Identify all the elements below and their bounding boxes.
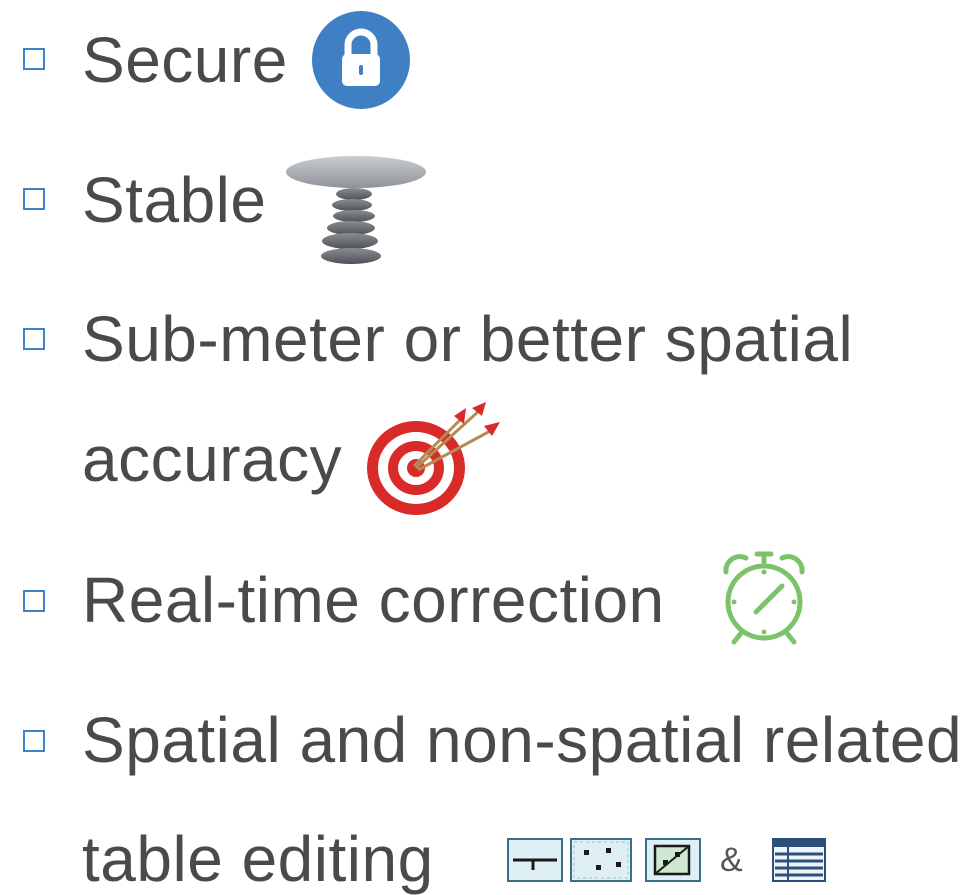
ampersand-connector: &	[720, 841, 743, 879]
target-icon	[362, 398, 504, 518]
bullet-square	[23, 730, 45, 752]
item-table-editing-label: Spatial and non-spatial related	[82, 704, 963, 776]
line-layer-icon	[507, 838, 563, 882]
item-accuracy-label: Sub-meter or better spatial	[82, 303, 854, 375]
alarm-clock-icon	[712, 548, 816, 646]
item-realtime-label: Real-time correction	[82, 564, 665, 636]
point-layer-icon	[570, 838, 632, 882]
item-table-editing-continuation: table editing	[82, 823, 434, 895]
bullet-square	[23, 188, 45, 210]
item-accuracy-continuation: accuracy	[82, 423, 343, 495]
bullet-square	[23, 48, 45, 70]
lock-icon	[311, 10, 411, 110]
bullet-square	[23, 590, 45, 612]
bullet-square	[23, 328, 45, 350]
table-icon	[772, 838, 826, 882]
item-stable-label: Stable	[82, 164, 267, 236]
polygon-layer-icon	[645, 838, 701, 882]
balanced-stones-icon	[284, 150, 426, 268]
item-secure-label: Secure	[82, 24, 288, 96]
